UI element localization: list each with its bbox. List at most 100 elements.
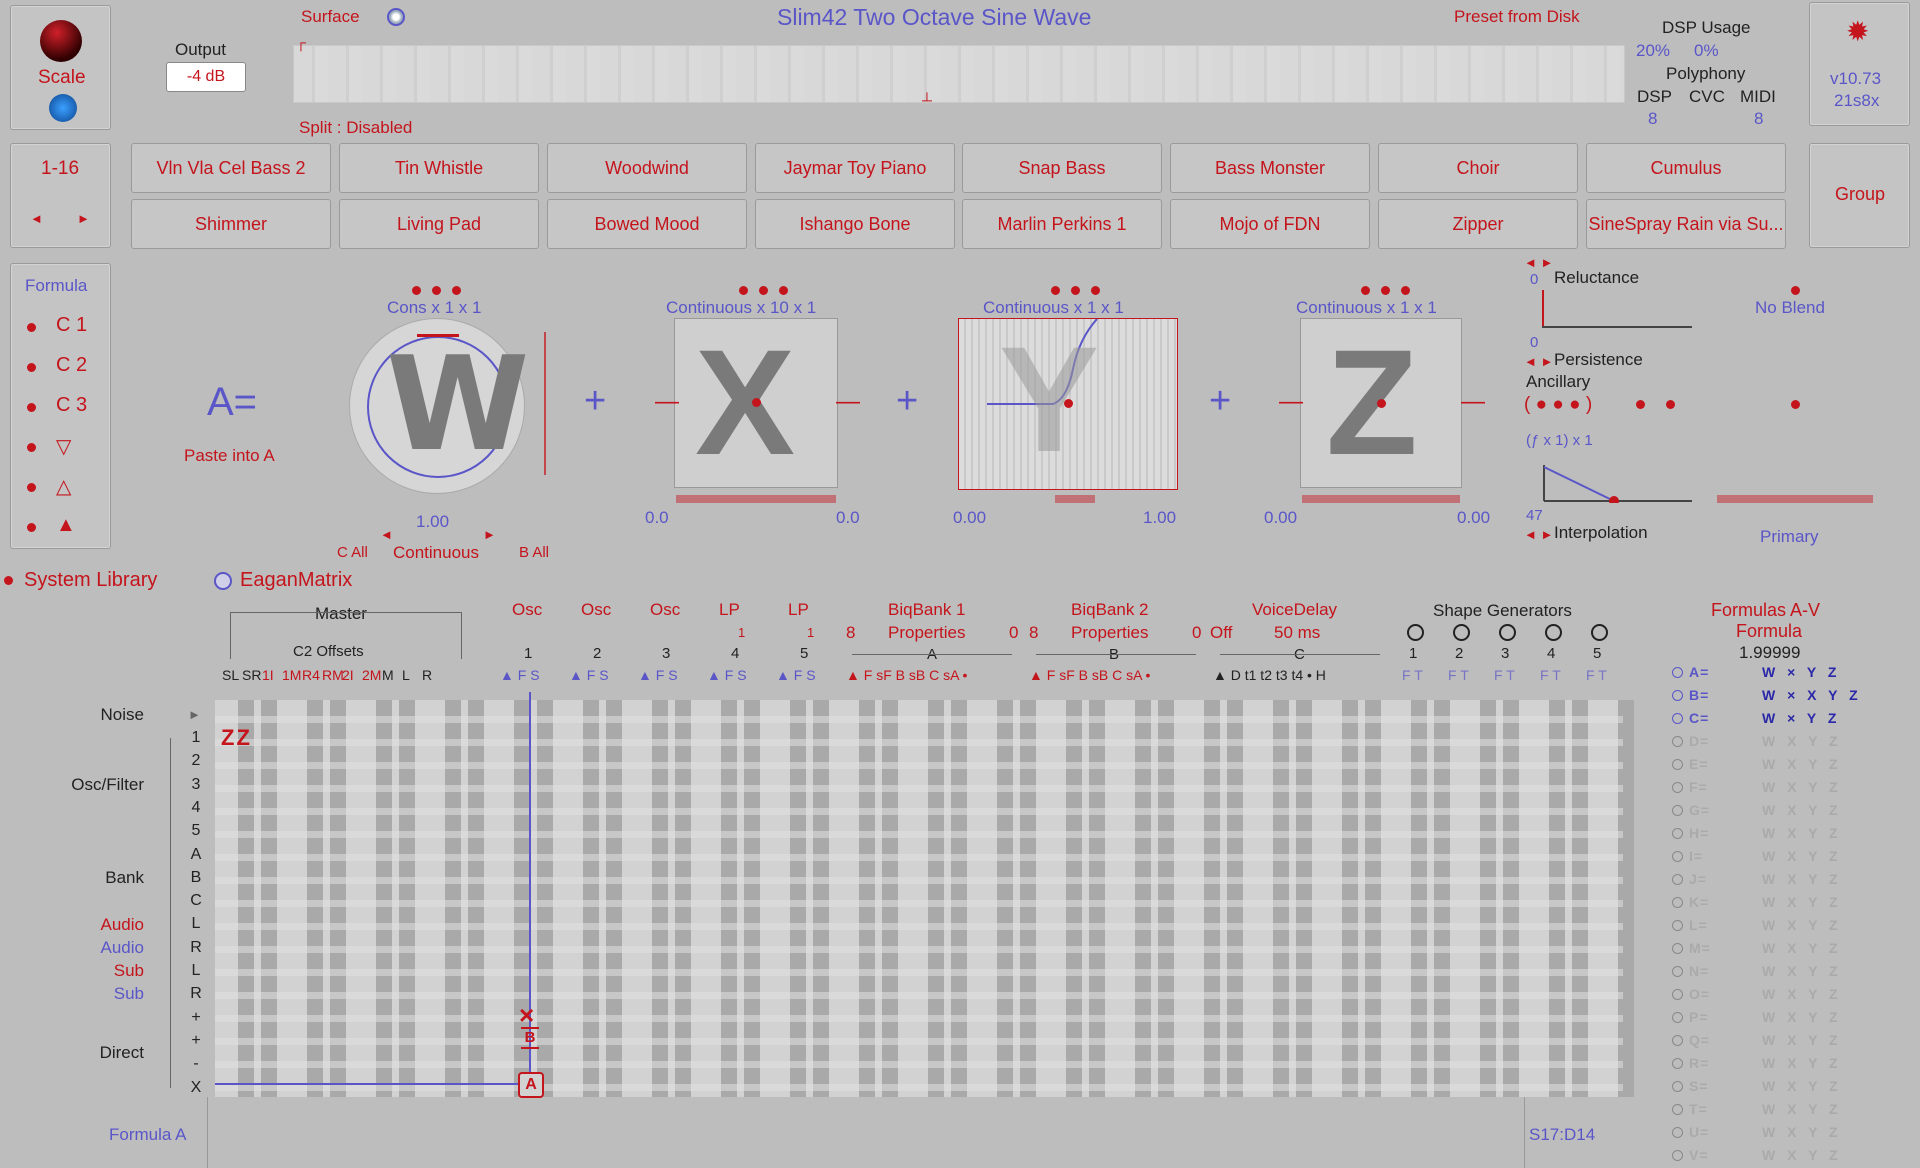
formula-row-radio-icon[interactable] [1672, 736, 1683, 747]
formula-row-radio-icon[interactable] [1672, 1012, 1683, 1023]
voicedelay-value[interactable]: 50 ms [1274, 623, 1320, 643]
system-library-button[interactable]: System Library [24, 569, 157, 592]
voicedelay-off[interactable]: Off [1210, 623, 1232, 643]
formula-row-expr[interactable]: W X Y Z [1762, 1055, 1839, 1071]
formula-item[interactable]: C 3 [56, 394, 87, 417]
reluctance-slider[interactable] [1542, 290, 1544, 326]
preset-button[interactable]: Cumulus [1586, 143, 1786, 193]
formula-item-dot[interactable] [27, 443, 36, 452]
paste-into-a-button[interactable]: Paste into A [184, 446, 275, 466]
formula-row-expr[interactable]: W X Y Z [1762, 894, 1839, 910]
formula-row-radio-icon[interactable] [1672, 966, 1683, 977]
preset-from-disk-button[interactable]: Preset from Disk [1454, 7, 1580, 27]
ancillary-dot[interactable] [1666, 400, 1675, 409]
formula-row-letter[interactable]: Q= [1689, 1032, 1710, 1048]
playing-surface[interactable] [293, 45, 1625, 103]
gear-icon[interactable]: ✹ [1846, 15, 1869, 48]
formula-row-letter[interactable]: T= [1689, 1101, 1708, 1117]
preset-button[interactable]: Mojo of FDN [1170, 199, 1370, 249]
formula-row-letter[interactable]: B= [1689, 687, 1709, 703]
formula-row-radio-icon[interactable] [1672, 713, 1683, 724]
shape-gen-knob-icon[interactable] [1407, 624, 1424, 641]
formula-item[interactable]: △ [56, 474, 71, 499]
bank1-properties[interactable]: Properties [888, 623, 965, 643]
no-blend-label[interactable]: No Blend [1755, 298, 1825, 318]
formula-row-letter[interactable]: A= [1689, 664, 1709, 680]
formula-item-dot[interactable] [27, 363, 36, 372]
formula-row-expr[interactable]: W X Y Z [1762, 986, 1839, 1002]
interpolation-arrows-icon[interactable]: ◄ ► [1524, 527, 1553, 542]
y-menu-dot[interactable] [1051, 286, 1060, 295]
formula-row-radio-icon[interactable] [1672, 851, 1683, 862]
formula-row-radio-icon[interactable] [1672, 943, 1683, 954]
formula-row-expr[interactable]: W X Y Z [1762, 825, 1839, 841]
preset-button[interactable]: SineSpray Rain via Su... [1586, 199, 1786, 249]
matrix-cell-a[interactable]: A [518, 1072, 544, 1098]
y-menu-dot[interactable] [1071, 286, 1080, 295]
formula-row-radio-icon[interactable] [1672, 1058, 1683, 1069]
formula-row-radio-icon[interactable] [1672, 1104, 1683, 1115]
output-value-field[interactable]: -4 dB [166, 62, 246, 92]
formula-row-expr[interactable]: W X Y Z [1762, 1101, 1839, 1117]
formula-item-dot[interactable] [27, 323, 36, 332]
fx-expression[interactable]: (ƒ x 1) x 1 [1526, 432, 1593, 449]
y-menu-dot[interactable] [1091, 286, 1100, 295]
surface-radio-icon[interactable] [387, 8, 405, 26]
formula-row-radio-icon[interactable] [1672, 989, 1683, 1000]
primary-label[interactable]: Primary [1760, 527, 1819, 547]
formula-row-letter[interactable]: V= [1689, 1147, 1709, 1163]
formula-row-radio-icon[interactable] [1672, 897, 1683, 908]
preset-button[interactable]: Woodwind [547, 143, 747, 193]
preset-button[interactable]: Tin Whistle [339, 143, 539, 193]
formula-row-radio-icon[interactable] [1672, 874, 1683, 885]
formula-row-radio-icon[interactable] [1672, 1127, 1683, 1138]
preset-title[interactable]: Slim42 Two Octave Sine Wave [777, 4, 1091, 31]
formula-row-radio-icon[interactable] [1672, 1150, 1683, 1161]
y-pad[interactable]: Y [958, 318, 1178, 490]
primary-bar[interactable] [1717, 495, 1873, 503]
persistence-arrows-icon[interactable]: ◄ ► [1524, 354, 1553, 369]
formula-row-radio-icon[interactable] [1672, 1035, 1683, 1046]
formula-row-letter[interactable]: J= [1689, 871, 1707, 887]
formula-row-expr[interactable]: W X Y Z [1762, 1009, 1839, 1025]
formula-row-letter[interactable]: D= [1689, 733, 1709, 749]
formula-row-expr[interactable]: W × X Y Z [1762, 687, 1859, 703]
x-pad[interactable]: X [674, 318, 838, 488]
formula-row-expr[interactable]: W × Y Z [1762, 664, 1837, 680]
eaganmatrix-grid[interactable] [215, 700, 1634, 1097]
formula-row-expr[interactable]: W X Y Z [1762, 917, 1839, 933]
z-menu-dot[interactable] [1381, 286, 1390, 295]
eaganmatrix-button[interactable]: EaganMatrix [240, 569, 352, 592]
formula-row-letter[interactable]: E= [1689, 756, 1709, 772]
formula-row-letter[interactable]: N= [1689, 963, 1709, 979]
formula-row-radio-icon[interactable] [1672, 667, 1683, 678]
continuous-next-icon[interactable]: ► [483, 527, 496, 542]
formula-row-radio-icon[interactable] [1672, 759, 1683, 770]
formula-item[interactable]: ▽ [56, 434, 71, 459]
preset-button[interactable]: Ishango Bone [755, 199, 955, 249]
preset-button[interactable]: Living Pad [339, 199, 539, 249]
preset-button[interactable]: Jaymar Toy Piano [755, 143, 955, 193]
shape-gen-knob-icon[interactable] [1545, 624, 1562, 641]
matrix-cell-b[interactable]: B [521, 1027, 539, 1049]
formula-row-letter[interactable]: C= [1689, 710, 1709, 726]
formula-row-expr[interactable]: W X Y Z [1762, 1032, 1839, 1048]
formula-row-expr[interactable]: W X Y Z [1762, 871, 1839, 887]
formula-row-letter[interactable]: O= [1689, 986, 1710, 1002]
w-menu-dot[interactable] [412, 286, 421, 295]
formula-row-expr[interactable]: W X Y Z [1762, 848, 1839, 864]
reluctance-arrows-icon[interactable]: ◄ ► [1524, 255, 1553, 270]
scale-knob[interactable] [40, 20, 82, 62]
z-pad[interactable]: Z [1300, 318, 1462, 488]
preset-prev-button[interactable]: ◄ [30, 211, 43, 226]
formula-row-letter[interactable]: F= [1689, 779, 1708, 795]
formula-row-expr[interactable]: W X Y Z [1762, 963, 1839, 979]
preset-button[interactable]: Snap Bass [962, 143, 1162, 193]
x-menu-dot[interactable] [739, 286, 748, 295]
formula-row-expr[interactable]: W X Y Z [1762, 1124, 1839, 1140]
w-mode-label[interactable]: Cons x 1 x 1 [387, 298, 482, 318]
x-menu-dot[interactable] [779, 286, 788, 295]
preset-button[interactable]: Vln Vla Cel Bass 2 [131, 143, 331, 193]
y-range-bar[interactable] [1055, 495, 1095, 503]
ancillary-dot[interactable] [1636, 400, 1645, 409]
